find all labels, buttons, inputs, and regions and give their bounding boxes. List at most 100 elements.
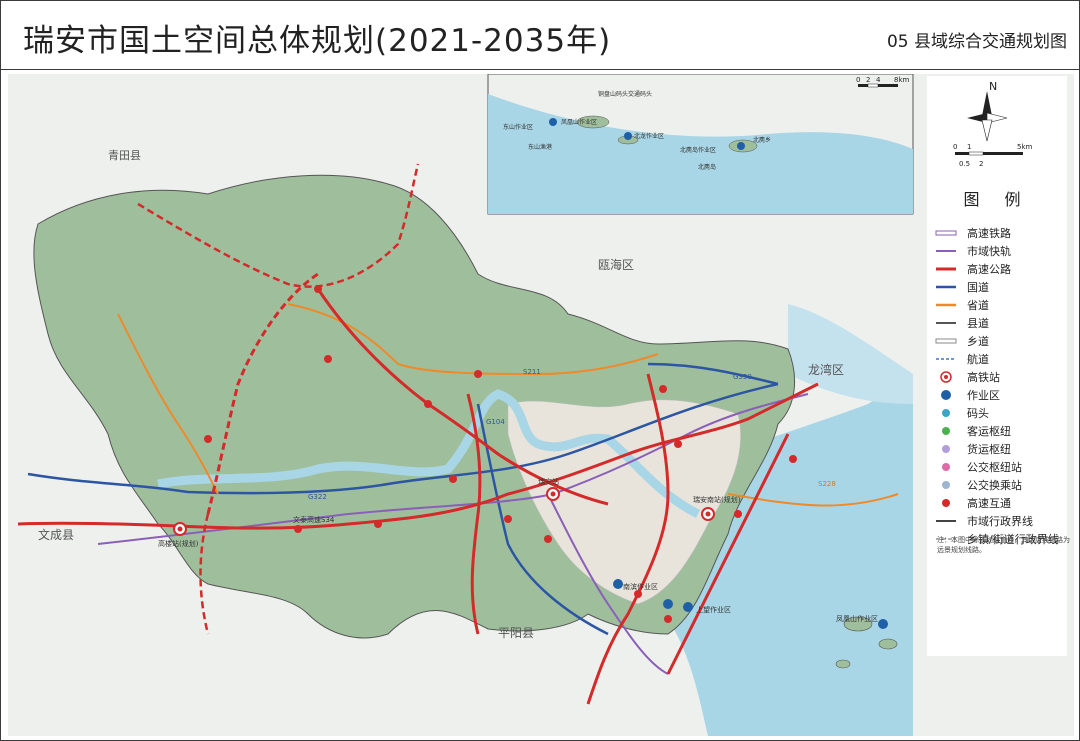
interchange-icon: [314, 285, 322, 293]
interchange-icon: [659, 385, 667, 393]
road-label-s34: 文泰高速S34: [293, 515, 335, 524]
legend-label: 市域快轨: [967, 245, 1011, 258]
legend-label: 乡道: [967, 335, 989, 348]
port-zone-icon: [549, 118, 557, 126]
port-zone-icon: [663, 599, 673, 609]
road-label-g322: G322: [308, 493, 327, 501]
place-label-gaolou: 高楼站(规划): [158, 539, 199, 548]
place-label-shangwang: 上望作业区: [696, 605, 731, 614]
legend-title: 图 例: [963, 190, 1031, 209]
legend-label: 码头: [967, 407, 989, 420]
legend-item-hsr-station: 高铁站: [935, 368, 1059, 386]
waterway-icon: [936, 358, 956, 360]
region-label-pingyang: 平阳县: [498, 626, 534, 640]
legend-label: 公交换乘站: [967, 479, 1022, 492]
region-label-qingtian: 青田县: [108, 149, 141, 162]
place-label-fengshan: 凤凰山作业区: [836, 614, 878, 623]
page-subtitle: 05 县域综合交通规划图: [886, 32, 1067, 52]
legend-item-passenger-hub: 客运枢纽: [935, 422, 1059, 440]
legend-label: 高铁站: [967, 371, 1000, 384]
legend-item-port-zone: 作业区: [935, 386, 1059, 404]
inset-place-label: 北麂岛: [698, 163, 716, 171]
interchange-icon: [942, 499, 950, 507]
port-zone-icon: [624, 132, 632, 140]
interchange-icon: [374, 520, 382, 528]
compass-rose: N 0 1 5km 0.5 2: [953, 80, 1033, 168]
legend-item-provincial-road: 省道: [935, 296, 1059, 314]
legend-item-rail: 市域快轨: [935, 242, 1059, 260]
page-title: 瑞安市国土空间总体规划(2021-2035年): [23, 23, 612, 59]
compass-rose-icon: [981, 119, 993, 142]
interchange-icon: [424, 400, 432, 408]
interchange-icon: [204, 435, 212, 443]
header: 瑞安市国土空间总体规划(2021-2035年) 05 县域综合交通规划图: [0, 0, 1080, 70]
city-boundary-icon: [936, 520, 956, 522]
scale-label: 0: [953, 143, 957, 151]
legend-label: 公交枢纽站: [967, 461, 1022, 474]
inset-scale-label: 2: [866, 76, 870, 84]
inset-place-label: 北麂岛作业区: [680, 146, 716, 154]
legend-item-freight-hub: 货运枢纽: [935, 440, 1059, 458]
place-label-nanbin: 南滨作业区: [623, 582, 658, 591]
region-label-longwan: 龙湾区: [808, 362, 844, 377]
port-zone-icon: [613, 579, 623, 589]
passenger-hub-icon: [942, 427, 950, 435]
scale-label: 2: [979, 160, 983, 168]
interchange-icon: [734, 510, 742, 518]
inset-place-label: 东山作业区: [503, 123, 533, 131]
map-area: 青田县 瓯海区 龙湾区 文成县 平阳县 G322 G330 S211 S228 …: [8, 74, 1074, 736]
place-label-rian-station: 瑞安站: [538, 477, 559, 486]
county-road-icon: [936, 322, 956, 324]
scale-bar: [968, 151, 984, 156]
inset-place-label: 北龙作业区: [634, 132, 664, 140]
freight-hub-icon: [942, 445, 950, 453]
road-label-s211: S211: [523, 368, 541, 376]
legend-label: 货运枢纽: [967, 443, 1011, 456]
island: [835, 659, 851, 669]
scale-label: 5km: [1017, 143, 1033, 151]
inset-scale-bar: [867, 83, 879, 88]
road-label-g330: G330: [733, 373, 752, 381]
inset-map: 铜盘山码头交通码头 凤凰山作业区 北龙作业区 北麂岛作业区 东山作业区 北麂乡 …: [487, 74, 914, 215]
port-zone-icon: [683, 602, 693, 612]
place-label-rian-south: 瑞安南站(规划): [693, 495, 741, 504]
road-label-g104: G104: [486, 418, 505, 426]
region-label-wencheng: 文成县: [38, 527, 74, 542]
legend-item-bus-transfer: 公交换乘站: [935, 476, 1059, 494]
inset-place-label: 北麂乡: [753, 136, 771, 144]
interchange-icon: [634, 590, 642, 598]
inset-scale-label: 8km: [894, 76, 910, 84]
port-zone-icon: [737, 142, 745, 150]
provincial-road-icon: [936, 303, 956, 307]
port-zone-icon: [878, 619, 888, 629]
region-label-ouhai: 瓯海区: [598, 257, 634, 272]
interchange-icon: [324, 355, 332, 363]
legend-item-interchange: 高速互通: [935, 494, 1059, 512]
interchange-icon: [664, 615, 672, 623]
legend-item-waterway: 航道: [935, 350, 1059, 368]
hsr-station-icon-core: [705, 511, 711, 517]
inset-place-label: 铜盘山码头交通码头: [598, 90, 652, 98]
township-road-icon: [935, 338, 957, 344]
legend-item-wharf: 码头: [935, 404, 1059, 422]
port-zone-icon: [941, 390, 951, 400]
bus-hub-icon: [942, 463, 950, 471]
legend-label: 高速互通: [967, 497, 1011, 510]
interchange-icon: [674, 440, 682, 448]
legend-label: 国道: [967, 281, 989, 294]
legend-item-county-road: 县道: [935, 314, 1059, 332]
legend-label: 高速公路: [967, 263, 1011, 276]
legend-item-city-boundary: 市域行政界线: [935, 512, 1059, 530]
legend-label: 客运枢纽: [967, 425, 1011, 438]
interchange-icon: [504, 515, 512, 523]
legend-label: 航道: [967, 353, 989, 366]
hsr-station-icon-core: [177, 526, 183, 532]
inset-scale-bar: [858, 84, 868, 87]
inset-place-label: 东山渔港: [528, 143, 552, 151]
inset-place-label: 凤凰山作业区: [561, 118, 597, 126]
scale-label: 1: [967, 143, 971, 151]
legend-label: 省道: [967, 299, 989, 312]
north-arrow-icon: [982, 91, 992, 116]
expressway-line-icon: [936, 267, 956, 271]
legend-item-national-road: 国道: [935, 278, 1059, 296]
